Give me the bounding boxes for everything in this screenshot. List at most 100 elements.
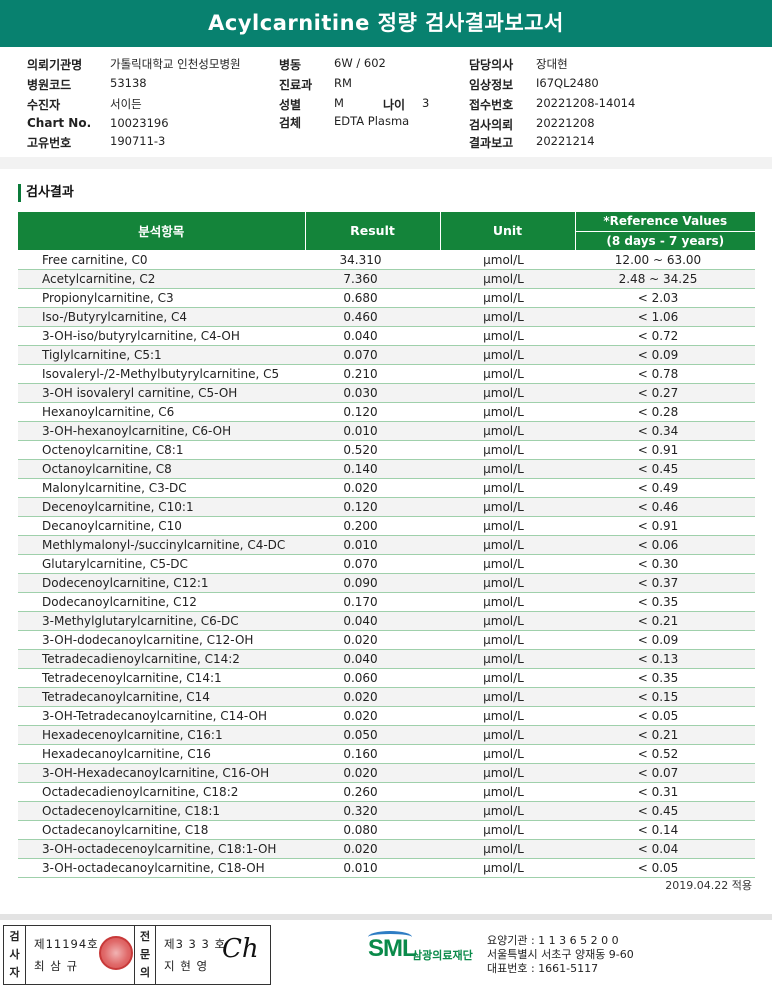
analyte-name: Tetradecenoylcarnitine, C14:1: [18, 668, 305, 688]
result-value: 0.040: [305, 611, 440, 631]
result-value: 0.020: [305, 630, 440, 650]
reference-value: < 0.06: [575, 535, 755, 555]
unit-value: μmol/L: [440, 345, 575, 365]
unit-value: μmol/L: [440, 839, 575, 859]
unit-value: μmol/L: [440, 307, 575, 327]
reference-value: < 0.21: [575, 725, 755, 745]
result-value: 0.020: [305, 478, 440, 498]
analyte-name: Isovaleryl-/2-Methylbutyrylcarnitine, C5: [18, 364, 305, 384]
analyte-name: 3-OH-dodecanoylcarnitine, C12-OH: [18, 630, 305, 650]
unit-value: μmol/L: [440, 554, 575, 574]
table-row: 3-OH-octadecanoylcarnitine, C18-OH 0.010 μ…: [18, 858, 755, 878]
chart-no-value: 10023196: [110, 116, 169, 130]
hospital-code-label: 병원코드: [27, 78, 72, 92]
result-value: 0.060: [305, 668, 440, 688]
unit-value: μmol/L: [440, 649, 575, 669]
table-row: Tetradecenoylcarnitine, C14:1 0.060 μmol/L…: [18, 668, 755, 688]
reference-value: < 0.09: [575, 345, 755, 365]
reference-value: < 0.13: [575, 649, 755, 669]
table-row: Hexadecenoylcarnitine, C16:1 0.050 μmol/L <…: [18, 725, 755, 745]
unit-value: μmol/L: [440, 440, 575, 460]
analyte-name: Dodecenoylcarnitine, C12:1: [18, 573, 305, 593]
analyte-name: Hexanoylcarnitine, C6: [18, 402, 305, 422]
reviewer-number: 제3 3 3 호: [164, 937, 227, 951]
table-row: Octadecanoylcarnitine, C18 0.080 μmol/L < 0…: [18, 820, 755, 840]
result-value: 0.460: [305, 307, 440, 327]
department-label: 진료과: [279, 78, 313, 92]
reference-value: < 0.05: [575, 858, 755, 878]
result-value: 0.040: [305, 326, 440, 346]
table-row: Hexadecanoylcarnitine, C16 0.160 μmol/L < 0…: [18, 744, 755, 764]
unit-value: μmol/L: [440, 516, 575, 536]
result-value: 0.010: [305, 421, 440, 441]
table-row: Dodecanoylcarnitine, C12 0.170 μmol/L < 0.3…: [18, 592, 755, 612]
clinical-info-value: I67QL2480: [536, 76, 599, 90]
tester-name: 최 삼 규: [34, 959, 79, 973]
unit-value: μmol/L: [440, 858, 575, 878]
table-row: Iso-/Butyrylcarnitine, C4 0.460 μmol/L < 1.…: [18, 307, 755, 327]
result-value: 0.020: [305, 763, 440, 783]
result-value: 0.020: [305, 839, 440, 859]
result-value: 0.260: [305, 782, 440, 802]
reference-value: < 0.31: [575, 782, 755, 802]
unit-value: μmol/L: [440, 478, 575, 498]
analyte-name: 3-OH-octadecanoylcarnitine, C18-OH: [18, 858, 305, 878]
report-date-label: 결과보고: [469, 136, 514, 150]
analyte-name: Hexadecanoylcarnitine, C16: [18, 744, 305, 764]
unit-value: μmol/L: [440, 763, 575, 783]
tester-label-text: 검사자: [9, 930, 20, 979]
clinical-info-label: 임상정보: [469, 78, 514, 92]
unit-value: μmol/L: [440, 592, 575, 612]
patient-name-value: 서이든: [110, 97, 142, 111]
report-date-value: 20221214: [536, 134, 595, 148]
unit-value: μmol/L: [440, 364, 575, 384]
seal-icon: [99, 936, 133, 970]
reference-value: < 0.30: [575, 554, 755, 574]
unit-value: μmol/L: [440, 535, 575, 555]
tester-vertical-label: 검사자: [4, 926, 26, 984]
unit-value: μmol/L: [440, 459, 575, 479]
header-item: 분석항목: [18, 212, 306, 251]
table-row: Octadecadienoylcarnitine, C18:2 0.260 μmol…: [18, 782, 755, 802]
reference-value: < 0.07: [575, 763, 755, 783]
tester-number: 제11194호: [34, 937, 99, 951]
table-row: Decanoylcarnitine, C10 0.200 μmol/L < 0.91: [18, 516, 755, 536]
result-value: 0.680: [305, 288, 440, 308]
unit-value: μmol/L: [440, 326, 575, 346]
hospital-name-value: 가톨릭대학교 인천성모병원: [110, 57, 241, 71]
unit-value: μmol/L: [440, 801, 575, 821]
patient-info: 의뢰기관명 가톨릭대학교 인천성모병원 병원코드 53138 수진자 서이든 C…: [0, 52, 772, 152]
ward-label: 병동: [279, 58, 302, 72]
reference-value: < 0.05: [575, 706, 755, 726]
age-value: 3: [422, 96, 430, 110]
result-value: 0.050: [305, 725, 440, 745]
analyte-name: Hexadecenoylcarnitine, C16:1: [18, 725, 305, 745]
specimen-value: EDTA Plasma: [334, 114, 410, 128]
unit-value: μmol/L: [440, 668, 575, 688]
analyte-name: Tetradecanoylcarnitine, C14: [18, 687, 305, 707]
result-value: 0.070: [305, 554, 440, 574]
specimen-label: 검체: [279, 116, 302, 130]
unit-value: μmol/L: [440, 269, 575, 289]
unit-value: μmol/L: [440, 573, 575, 593]
org-line-2: 서울특별시 서초구 양재동 9-60: [487, 948, 634, 961]
reviewer-label-text: 전문의: [139, 930, 151, 979]
analyte-name: Malonylcarnitine, C3-DC: [18, 478, 305, 498]
header-reference-title: *Reference Values: [575, 212, 755, 232]
result-value: 0.010: [305, 535, 440, 555]
reference-value: < 0.78: [575, 364, 755, 384]
table-row: Propionylcarnitine, C3 0.680 μmol/L < 2.03: [18, 288, 755, 308]
table-row: Decenoylcarnitine, C10:1 0.120 μmol/L < 0.4…: [18, 497, 755, 517]
table-row: Glutarylcarnitine, C5-DC 0.070 μmol/L < 0.3…: [18, 554, 755, 574]
ward-value: 6W / 602: [334, 56, 386, 70]
result-value: 0.010: [305, 858, 440, 878]
unique-no-label: 고유번호: [27, 136, 72, 150]
result-value: 0.140: [305, 459, 440, 479]
unit-value: μmol/L: [440, 630, 575, 650]
result-value: 0.200: [305, 516, 440, 536]
unit-value: μmol/L: [440, 706, 575, 726]
table-row: Free carnitine, C0 34.310 μmol/L 12.00 ~ 63…: [18, 250, 755, 270]
analyte-name: 3-OH-iso/butyrylcarnitine, C4-OH: [18, 326, 305, 346]
reference-value: 12.00 ~ 63.00: [575, 250, 755, 270]
patient-name-label: 수진자: [27, 98, 61, 112]
